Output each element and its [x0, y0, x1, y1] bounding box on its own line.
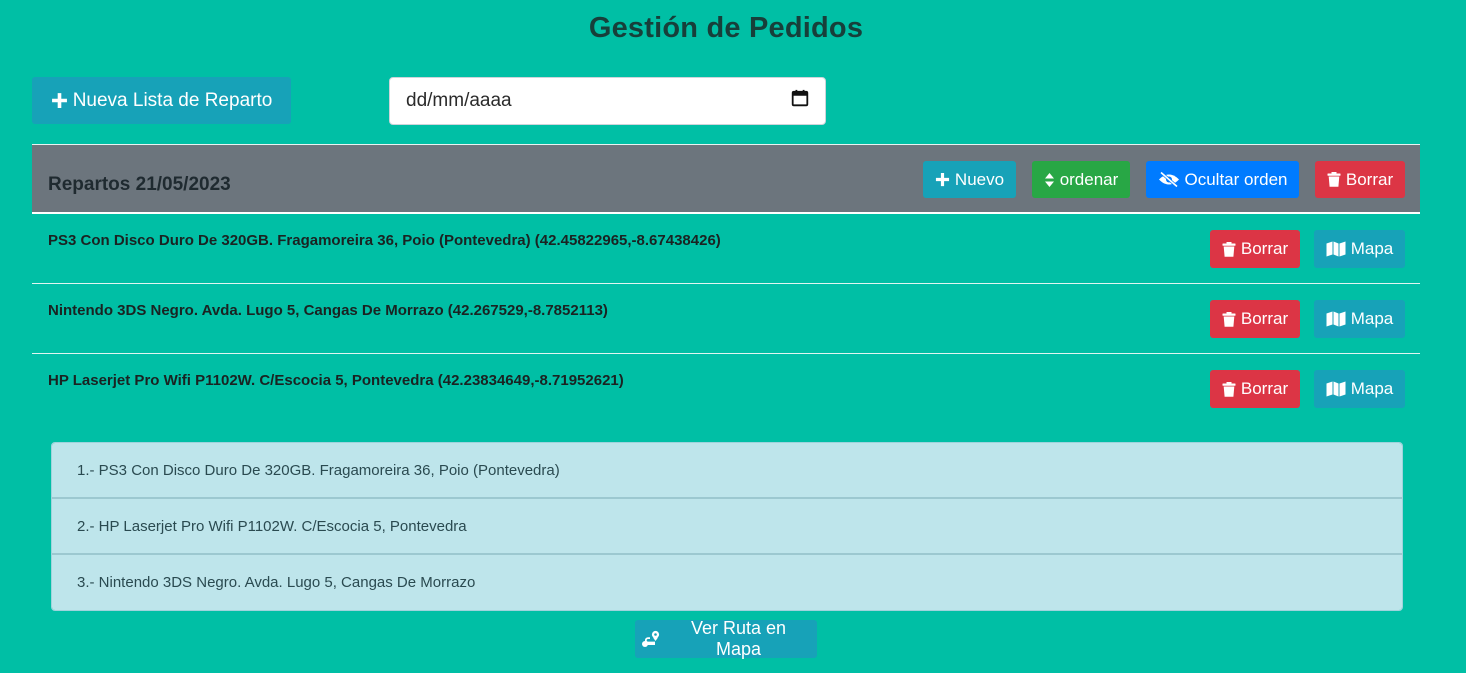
route-order-list: 1.- PS3 Con Disco Duro De 320GB. Fragamo…	[51, 442, 1403, 611]
card-header: Repartos 21/05/2023 Nuevo ordenar Oculta…	[32, 144, 1420, 214]
order-row: PS3 Con Disco Duro De 320GB. Fragamoreir…	[32, 214, 1420, 284]
hide-order-label: Ocultar orden	[1184, 169, 1288, 189]
delete-list-label: Borrar	[1345, 169, 1394, 189]
view-route-map-button[interactable]: Ver Ruta en Mapa	[635, 618, 817, 659]
map-label: Mapa	[1350, 379, 1394, 398]
plus-icon	[51, 92, 68, 109]
delete-order-button[interactable]: Borrar	[1210, 370, 1300, 408]
order-description: HP Laserjet Pro Wifi P1102W. C/Escocia 5…	[48, 372, 624, 389]
map-button[interactable]: Mapa	[1314, 300, 1405, 338]
map-label: Mapa	[1350, 309, 1394, 328]
order-description: Nintendo 3DS Negro. Avda. Lugo 5, Cangas…	[48, 302, 608, 319]
date-input[interactable]: dd/mm/aaaa	[389, 77, 826, 125]
view-route-map-label: Ver Ruta en Mapa	[690, 618, 787, 659]
date-placeholder: dd/mm/aaaa	[406, 90, 512, 111]
delete-order-label: Borrar	[1240, 379, 1289, 398]
sort-label: ordenar	[1059, 169, 1119, 189]
map-icon	[1326, 381, 1346, 397]
order-description: PS3 Con Disco Duro De 320GB. Fragamoreir…	[48, 232, 721, 249]
list-item[interactable]: 1.- PS3 Con Disco Duro De 320GB. Fragamo…	[52, 443, 1402, 499]
delete-order-button[interactable]: Borrar	[1210, 300, 1300, 338]
list-item[interactable]: 3.- Nintendo 3DS Negro. Avda. Lugo 5, Ca…	[52, 555, 1402, 610]
delete-order-label: Borrar	[1240, 239, 1289, 258]
sort-button[interactable]: ordenar	[1032, 161, 1130, 198]
delete-order-button[interactable]: Borrar	[1210, 230, 1300, 268]
delete-order-label: Borrar	[1240, 309, 1289, 328]
list-item[interactable]: 2.- HP Laserjet Pro Wifi P1102W. C/Escoc…	[52, 499, 1402, 555]
hide-order-button[interactable]: Ocultar orden	[1146, 161, 1299, 198]
page-title: Gestión de Pedidos	[588, 12, 864, 44]
delete-list-button[interactable]: Borrar	[1315, 161, 1405, 198]
new-delivery-list-button[interactable]: Nueva Lista de Reparto	[32, 77, 291, 124]
trash-icon	[1222, 311, 1236, 328]
trash-icon	[1222, 381, 1236, 398]
eye-slash-icon	[1158, 171, 1180, 188]
order-row: HP Laserjet Pro Wifi P1102W. C/Escocia 5…	[32, 354, 1420, 424]
map-button[interactable]: Mapa	[1314, 370, 1405, 408]
map-button[interactable]: Mapa	[1314, 230, 1405, 268]
sort-icon	[1044, 172, 1055, 188]
map-icon	[1326, 241, 1346, 257]
trash-icon	[1222, 241, 1236, 258]
trash-icon	[1327, 171, 1341, 188]
calendar-icon[interactable]	[791, 89, 809, 113]
card-title: Repartos 21/05/2023	[48, 174, 231, 195]
new-order-button[interactable]: Nuevo	[923, 161, 1016, 198]
map-label: Mapa	[1350, 239, 1394, 258]
order-row: Nintendo 3DS Negro. Avda. Lugo 5, Cangas…	[32, 284, 1420, 354]
new-order-label: Nuevo	[954, 169, 1005, 189]
plus-icon	[935, 172, 950, 187]
map-icon	[1326, 311, 1346, 327]
new-delivery-list-label: Nueva Lista de Reparto	[72, 89, 273, 111]
route-icon	[641, 630, 661, 648]
